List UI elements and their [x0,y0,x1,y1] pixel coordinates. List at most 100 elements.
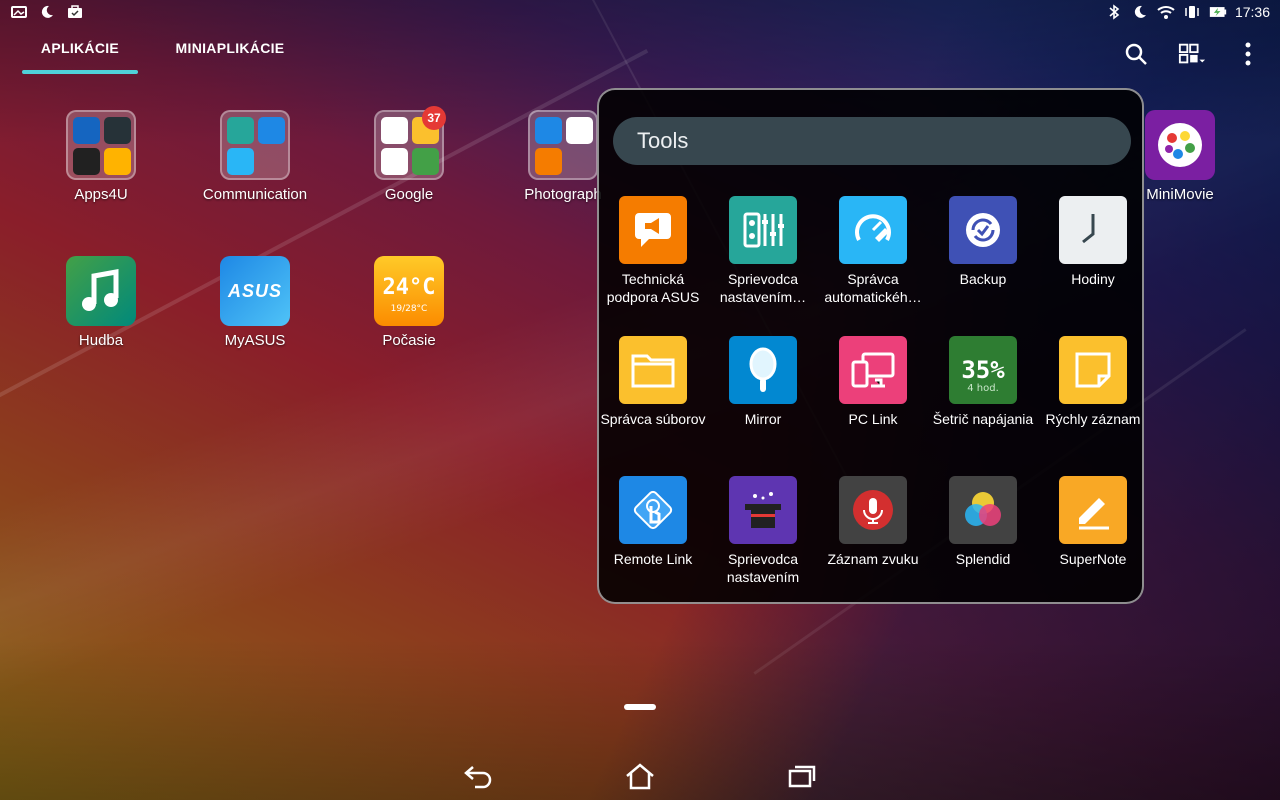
email-icon [258,117,285,144]
pencil-icon [1059,476,1127,544]
app-label: Backup [959,271,1007,287]
moon-icon [38,4,56,20]
gallery-icon [10,4,28,20]
equalizer-icon [729,196,797,264]
google-icon [381,117,408,144]
tab-widgets[interactable]: MINIAPLIKÁCIE [170,40,290,76]
weather-range: 19/28°C [390,304,428,314]
balloon-icon [566,117,593,144]
weather-temp: 24°C [382,275,436,300]
folder-icon [220,110,290,180]
maps-icon [412,148,439,175]
app-zaznam-zvuku[interactable]: Záznam zvuku [818,476,928,568]
gmail-icon [381,148,408,175]
app-label: Hodiny [1071,271,1115,287]
folder-popup-tools: Tools Technická podpora ASUS Sprievodca … [597,88,1144,604]
app-label: Google [384,186,434,203]
folder-title[interactable]: Tools [613,117,1131,165]
music-icon [66,256,136,326]
folder-apps4u[interactable]: Apps4U [31,110,171,203]
app-label: Mirror [744,411,782,427]
app-label: Sprievodca nastavením… [719,271,807,305]
cleaner-icon [73,117,100,144]
app-technicka-podpora[interactable]: Technická podpora ASUS [598,196,708,306]
app-label: Technická podpora ASUS [606,271,700,305]
app-supernote[interactable]: SuperNote [1038,476,1148,568]
app-label: Správca súborov [600,411,706,427]
folder-google[interactable]: 37 Google [339,106,479,203]
navigation-bar [0,752,1280,800]
app-backup[interactable]: Backup [928,196,1038,288]
app-label: Remote Link [613,551,693,567]
app-label: Apps4U [74,186,128,203]
app-label: Communication [202,186,308,203]
app-sprievodca-nastavenim-1[interactable]: Sprievodca nastavením… [708,196,818,306]
app-label: Správca automatickéh… [824,271,922,305]
app-spravca-automatickeho[interactable]: Správca automatickéh… [818,196,928,306]
camera-icon [535,117,562,144]
remote-touch-icon [619,476,687,544]
app-label: MyASUS [224,332,286,349]
bluetooth-icon [1105,4,1123,20]
app-setric-napajania[interactable]: 35% 4 hod. Šetrič napájania [928,336,1038,428]
app-label: Počasie [382,332,436,349]
app-label: Šetrič napájania [932,411,1034,427]
quick-memo-icon [1059,336,1127,404]
folder-icon [528,110,598,180]
app-pc-link[interactable]: PC Link [818,336,928,428]
clock-icon [1059,196,1127,264]
megaphone-icon [619,196,687,264]
clock-time: 17:36 [1234,4,1270,20]
moon-icon [1131,4,1149,20]
app-spravca-suborov[interactable]: Správca súborov [598,336,708,428]
home-icon[interactable] [622,760,658,792]
back-icon[interactable] [460,760,496,792]
myasus-icon: ASUS [220,256,290,326]
battery-saver-icon: 35% 4 hod. [949,336,1017,404]
backup-icon [949,196,1017,264]
zinio-icon [73,148,100,175]
app-label: PC Link [848,411,898,427]
microphone-icon [839,476,907,544]
app-splendid[interactable]: Splendid [928,476,1038,568]
status-bar: 17:36 [0,0,1280,26]
folder-icon: 37 [374,106,446,180]
app-label: Rýchly záznam [1045,411,1141,427]
top-actions [1122,40,1262,68]
folder-icon [66,110,136,180]
battery-percent: 35% [961,355,1005,384]
app-rychly-zaznam[interactable]: Rýchly záznam [1038,336,1148,428]
contacts-icon [227,117,254,144]
more-vert-icon[interactable] [1234,40,1262,68]
splendid-icon [949,476,1017,544]
kindle-icon [104,117,131,144]
app-sprievodca-nastavenim-2[interactable]: Sprievodca nastavením [708,476,818,586]
speed-wrench-icon [839,196,907,264]
app-myasus[interactable]: ASUS MyASUS [185,256,325,349]
gallery-icon [535,148,562,175]
app-remote-link[interactable]: Remote Link [598,476,708,568]
app-mirror[interactable]: Mirror [708,336,818,428]
page-indicator [624,704,656,710]
search-icon[interactable] [1122,40,1150,68]
vibrate-icon [1183,4,1201,20]
app-label: Záznam zvuku [827,551,919,567]
folder-communication[interactable]: Communication [185,110,325,203]
magic-hat-icon [729,476,797,544]
messaging-icon [227,148,254,175]
app-hudba[interactable]: Hudba [31,256,171,349]
pc-link-icon [839,336,907,404]
mirror-icon [729,336,797,404]
app-hodiny[interactable]: Hodiny [1038,196,1148,288]
wifi-icon [1157,4,1175,20]
app-label: SuperNote [1059,551,1127,567]
grid-options-icon[interactable] [1178,40,1206,68]
weather-icon: 24°C 19/28°C [374,256,444,326]
battery-hours: 4 hod. [967,382,999,394]
app-label: Splendid [955,551,1011,567]
recents-icon[interactable] [784,760,820,792]
app-pocasie[interactable]: 24°C 19/28°C Počasie [339,256,479,349]
asus-logo-text: ASUS [227,280,282,301]
minimovie-icon [1145,110,1215,180]
active-tab-indicator [22,70,138,74]
